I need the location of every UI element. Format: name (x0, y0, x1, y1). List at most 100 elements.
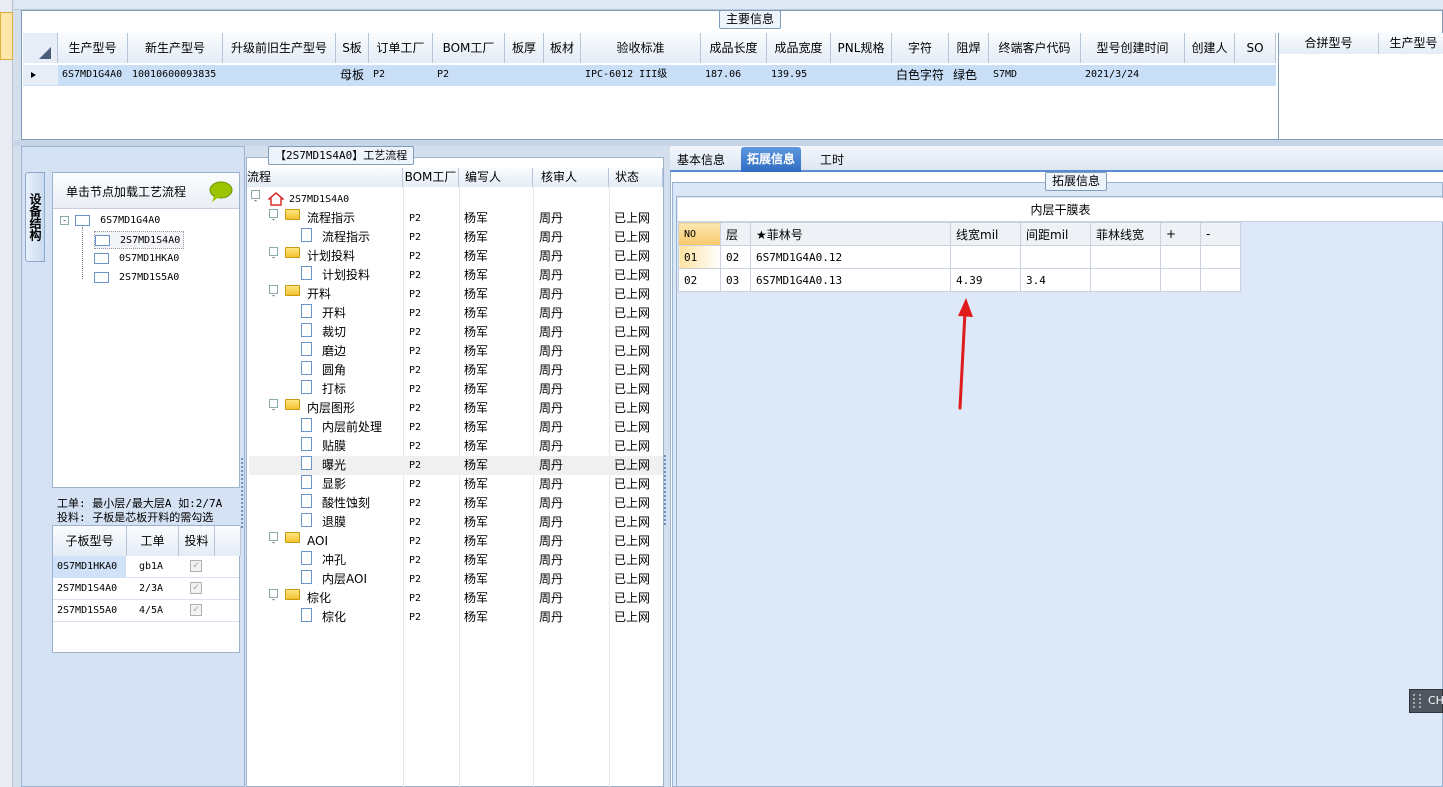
col-flow[interactable]: 流程 (247, 168, 403, 187)
col-customer[interactable]: 终端客户代码 (989, 33, 1081, 63)
flow-group-node[interactable]: - 开料 P2 杨军 周丹 已上网 (249, 285, 663, 304)
flow-step-node[interactable]: 内层AOI P2 杨军 周丹 已上网 (249, 570, 663, 589)
col-flow-writer[interactable]: 编写人 (459, 168, 533, 187)
table-row[interactable]: 0S7MD1HKA0 gb1A ✓ (53, 556, 239, 578)
col-film-width[interactable]: 菲林线宽 (1090, 222, 1161, 246)
col-sub-order[interactable]: 工单 (127, 526, 179, 556)
flow-step-node[interactable]: 贴膜 P2 杨军 周丹 已上网 (249, 437, 663, 456)
col-flow-reviewer[interactable]: 核审人 (533, 168, 609, 187)
add-button[interactable]: + (1160, 222, 1201, 246)
cell-film-no[interactable]: 6S7MD1G4A0.13 (750, 268, 951, 292)
flow-group-node[interactable]: - 内层图形 P2 杨军 周丹 已上网 (249, 399, 663, 418)
col-no[interactable]: NO (678, 222, 721, 246)
flow-step-node[interactable]: 圆角 P2 杨军 周丹 已上网 (249, 361, 663, 380)
document-icon (301, 608, 312, 622)
tab-ext-info[interactable]: 拓展信息 (741, 147, 802, 172)
table-row[interactable]: 01 02 6S7MD1G4A0.12 (678, 245, 1241, 269)
flow-step-node[interactable]: 裁切 P2 杨军 周丹 已上网 (249, 323, 663, 342)
col-so[interactable]: SO (1235, 33, 1276, 63)
tree-node-root[interactable]: - 6S7MD1G4A0 (60, 212, 160, 230)
flow-step-node[interactable]: 计划投料 P2 杨军 周丹 已上网 (249, 266, 663, 285)
col-created[interactable]: 型号创建时间 (1081, 33, 1185, 63)
collapse-toggle-icon[interactable]: - (269, 247, 278, 262)
flow-step-node[interactable]: 流程指示 P2 杨军 周丹 已上网 (249, 228, 663, 247)
col-bom-factory[interactable]: BOM工厂 (433, 33, 505, 63)
col-length[interactable]: 成品长度 (701, 33, 767, 63)
collapse-toggle-icon[interactable]: - (269, 589, 278, 604)
flow-step-node[interactable]: 退膜 P2 杨军 周丹 已上网 (249, 513, 663, 532)
flow-step-node[interactable]: 开料 P2 杨军 周丹 已上网 (249, 304, 663, 323)
flow-step-node[interactable]: 酸性蚀刻 P2 杨军 周丹 已上网 (249, 494, 663, 513)
col-old-model[interactable]: 升级前旧生产型号 (223, 33, 336, 63)
flow-step-node[interactable]: 棕化 P2 杨军 周丹 已上网 (249, 608, 663, 627)
tab-basic-info[interactable]: 基本信息 (674, 149, 728, 171)
col-sub-feed[interactable]: 投料 (179, 526, 215, 556)
flow-root-node[interactable]: - 2S7MD1S4A0 (249, 190, 663, 209)
col-flow-status[interactable]: 状态 (609, 168, 663, 187)
cell-film-width[interactable] (1090, 245, 1161, 269)
col-s-board[interactable]: S板 (336, 33, 369, 63)
tree-node-child[interactable]: 2S7MD1S5A0 (94, 269, 179, 287)
collapse-toggle-icon[interactable]: - (269, 209, 278, 224)
cell-remove[interactable] (1200, 268, 1241, 292)
col-creator[interactable]: 创建人 (1185, 33, 1235, 63)
collapse-toggle-icon[interactable]: - (269, 399, 278, 414)
flow-group-node[interactable]: - AOI P2 杨军 周丹 已上网 (249, 532, 663, 551)
col-sub-model[interactable]: 子板型号 (53, 526, 127, 556)
col-material[interactable]: 板材 (544, 33, 581, 63)
table-row[interactable]: 02 03 6S7MD1G4A0.13 4.39 3.4 (678, 268, 1241, 292)
col-spacing[interactable]: 间距mil (1020, 222, 1091, 246)
tree-node-child[interactable]: 0S7MD1HKA0 (94, 250, 179, 268)
flow-step-node[interactable]: 曝光 P2 杨军 周丹 已上网 (249, 456, 663, 475)
col-prod-model[interactable]: 生产型号 (58, 33, 128, 63)
floating-toolbar[interactable]: CH (1409, 689, 1443, 713)
flow-bom: P2 (409, 308, 422, 319)
col-new-model[interactable]: 新生产型号 (128, 33, 223, 63)
feed-checkbox[interactable]: ✓ (190, 604, 202, 616)
cell-add[interactable] (1160, 268, 1201, 292)
flow-step-node[interactable]: 显影 P2 杨军 周丹 已上网 (249, 475, 663, 494)
col-order-factory[interactable]: 订单工厂 (369, 33, 433, 63)
col-film-no[interactable]: ★菲林号 (750, 222, 951, 246)
collapse-toggle-icon[interactable]: - (269, 532, 278, 547)
table-row[interactable]: 2S7MD1S4A0 2/3A ✓ (53, 578, 239, 600)
cell-film-width[interactable] (1090, 268, 1161, 292)
main-grid-row[interactable]: 6S7MD1G4A0 10010600093835 母板 P2 P2 IPC-6… (23, 65, 1276, 86)
cell-film-no[interactable]: 6S7MD1G4A0.12 (750, 245, 951, 269)
col-thickness[interactable]: 板厚 (505, 33, 544, 63)
table-row[interactable]: 2S7MD1S5A0 4/5A ✓ (53, 600, 239, 622)
col-flow-bom[interactable]: BOM工厂 (403, 168, 459, 187)
col-width[interactable]: 成品宽度 (767, 33, 831, 63)
col-char[interactable]: 字符 (892, 33, 949, 63)
cell-line-width[interactable]: 4.39 (950, 268, 1021, 292)
collapse-toggle-icon[interactable]: - (269, 285, 278, 300)
feed-checkbox[interactable]: ✓ (190, 560, 202, 572)
flow-step-node[interactable]: 冲孔 P2 杨军 周丹 已上网 (249, 551, 663, 570)
left-splitter-grip[interactable] (241, 458, 245, 528)
cell-spacing[interactable] (1020, 245, 1091, 269)
col-line-width[interactable]: 线宽mil (950, 222, 1021, 246)
cell-spacing[interactable]: 3.4 (1020, 268, 1091, 292)
tree-node-child[interactable]: 2S7MD1S4A0 (94, 231, 185, 249)
col-layer[interactable]: 层 (720, 222, 751, 246)
cell-add[interactable] (1160, 245, 1201, 269)
remove-button[interactable]: - (1200, 222, 1241, 246)
col-merge-model[interactable]: 合拼型号 (1279, 33, 1379, 54)
col-solder[interactable]: 阻焊 (949, 33, 989, 63)
flow-reviewer: 周丹 (539, 553, 564, 567)
vertical-tab-structure[interactable]: 设备结构 (25, 172, 45, 262)
col-pnl[interactable]: PNL规格 (831, 33, 892, 63)
col-standard[interactable]: 验收标准 (581, 33, 701, 63)
tab-hours[interactable]: 工时 (817, 149, 847, 171)
document-icon (301, 513, 312, 527)
flow-step-node[interactable]: 磨边 P2 杨军 周丹 已上网 (249, 342, 663, 361)
cell-remove[interactable] (1200, 245, 1241, 269)
flow-step-node[interactable]: 内层前处理 P2 杨军 周丹 已上网 (249, 418, 663, 437)
flow-step-node[interactable]: 打标 P2 杨军 周丹 已上网 (249, 380, 663, 399)
flow-group-node[interactable]: - 计划投料 P2 杨军 周丹 已上网 (249, 247, 663, 266)
flow-group-node[interactable]: - 棕化 P2 杨军 周丹 已上网 (249, 589, 663, 608)
flow-group-node[interactable]: - 流程指示 P2 杨军 周丹 已上网 (249, 209, 663, 228)
col-merge-prod-model[interactable]: 生产型号 (1379, 33, 1443, 54)
cell-line-width[interactable] (950, 245, 1021, 269)
feed-checkbox[interactable]: ✓ (190, 582, 202, 594)
